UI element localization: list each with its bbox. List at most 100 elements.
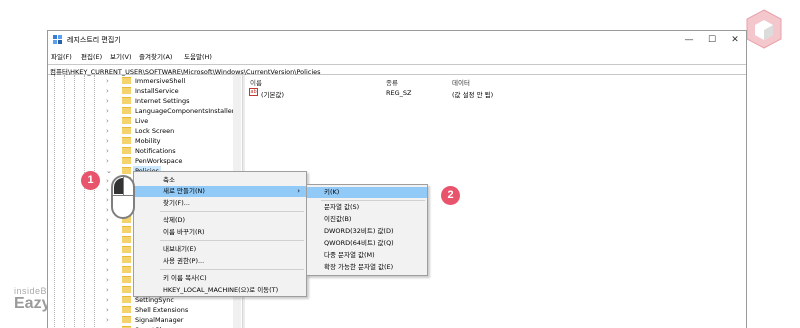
menu-separator bbox=[160, 269, 304, 270]
minimize-button[interactable]: — bbox=[682, 34, 696, 46]
menu-new-label: 새로 만들기(N) bbox=[163, 187, 205, 195]
title-bar: 레지스트리 편집기 — ☐ ✕ bbox=[48, 31, 746, 49]
column-header-type[interactable]: 종류 bbox=[386, 77, 398, 87]
folder-icon bbox=[122, 226, 131, 234]
value-name[interactable]: (기본값) bbox=[261, 89, 284, 99]
menu-export[interactable]: 내보내기(E) bbox=[134, 244, 306, 255]
submenu-expandable-string-value[interactable]: 확장 가능한 문자열 값(E) bbox=[307, 262, 427, 273]
tree-item-label: Live bbox=[135, 116, 149, 125]
menu-new[interactable]: 새로 만들기(N) › bbox=[134, 186, 306, 197]
collapse-chevron-icon[interactable]: › bbox=[106, 156, 112, 166]
submenu-key[interactable]: 키(K) bbox=[307, 187, 427, 198]
folder-icon bbox=[122, 106, 131, 114]
collapse-chevron-icon[interactable]: › bbox=[106, 126, 112, 136]
brand-cube-logo bbox=[746, 9, 782, 49]
collapse-chevron-icon[interactable]: › bbox=[106, 86, 112, 96]
tree-item-label: ImmersiveShell bbox=[135, 77, 186, 85]
collapse-chevron-icon[interactable]: › bbox=[106, 295, 112, 305]
folder-icon bbox=[122, 305, 131, 313]
collapse-chevron-icon[interactable]: › bbox=[106, 225, 112, 235]
menu-favorites[interactable]: 즐겨찾기(A) bbox=[139, 51, 172, 61]
collapse-chevron-icon[interactable]: › bbox=[106, 255, 112, 265]
expand-chevron-icon[interactable]: ⌄ bbox=[106, 166, 112, 176]
tree-item-label: SignalManager bbox=[135, 315, 184, 324]
collapse-chevron-icon[interactable]: › bbox=[106, 136, 112, 146]
address-bar[interactable]: 컴퓨터\HKEY_CURRENT_USER\SOFTWARE\Microsoft… bbox=[48, 64, 746, 76]
menu-permissions[interactable]: 사용 권한(P)... bbox=[134, 256, 306, 267]
tree-item-label: PenWorkspace bbox=[135, 156, 183, 165]
context-menu: 축소 새로 만들기(N) › 찾기(F)... 삭제(D) 이름 바꾸기(R) … bbox=[133, 171, 307, 297]
menu-bar: 파일(F) 편집(E) 보기(V) 즐겨찾기(A) 도움말(H) bbox=[48, 49, 746, 62]
menu-edit[interactable]: 편집(E) bbox=[81, 51, 102, 61]
step-badge-1: 1 bbox=[81, 171, 100, 190]
tree-item-label: Lock Screen bbox=[135, 126, 175, 135]
menu-rename[interactable]: 이름 바꾸기(R) bbox=[134, 227, 306, 238]
folder-icon bbox=[122, 166, 131, 174]
collapse-chevron-icon[interactable]: › bbox=[106, 265, 112, 275]
tree-guide-line bbox=[54, 75, 55, 328]
new-submenu: 키(K) 문자열 값(S) 이진값(B) DWORD(32비트) 값(D) QW… bbox=[306, 184, 428, 276]
column-header-name[interactable]: 이름 bbox=[250, 77, 262, 87]
string-value-icon: ab bbox=[249, 88, 258, 96]
tree-item-label: Mobility bbox=[135, 136, 161, 145]
collapse-chevron-icon[interactable]: › bbox=[106, 235, 112, 245]
menu-go-to-hklm[interactable]: HKEY_LOCAL_MACHINE(으)로 이동(T) bbox=[134, 285, 306, 296]
maximize-button[interactable]: ☐ bbox=[705, 34, 719, 46]
menu-separator bbox=[160, 240, 304, 241]
close-button[interactable]: ✕ bbox=[728, 34, 742, 46]
collapse-chevron-icon[interactable]: › bbox=[106, 305, 112, 315]
folder-icon bbox=[122, 116, 131, 124]
folder-icon bbox=[122, 246, 131, 254]
folder-icon bbox=[122, 77, 131, 84]
folder-icon bbox=[122, 156, 131, 164]
folder-icon bbox=[122, 266, 131, 274]
submenu-multi-string-value[interactable]: 다중 문자열 값(M) bbox=[307, 250, 427, 261]
folder-icon bbox=[122, 126, 131, 134]
menu-collapse[interactable]: 축소 bbox=[134, 175, 306, 186]
menu-separator bbox=[321, 200, 425, 201]
mouse-right-click-icon bbox=[111, 175, 135, 219]
tree-guide-line bbox=[64, 75, 65, 328]
folder-icon bbox=[122, 236, 131, 244]
window-title: 레지스트리 편집기 bbox=[67, 36, 121, 44]
tree-guide-line bbox=[84, 75, 85, 328]
value-data: (값 설정 안 됨) bbox=[452, 91, 494, 99]
collapse-chevron-icon[interactable]: › bbox=[106, 275, 112, 285]
submenu-binary-value[interactable]: 이진값(B) bbox=[307, 214, 427, 225]
value-type: REG_SZ bbox=[386, 89, 412, 97]
menu-copy-key-name[interactable]: 키 이름 복사(C) bbox=[134, 273, 306, 284]
tree-item-label: InstallService bbox=[135, 86, 179, 95]
tree-guide-line bbox=[74, 75, 75, 328]
tree-item-label: Internet Settings bbox=[135, 96, 190, 105]
tree-guide-line bbox=[94, 75, 95, 328]
submenu-string-value[interactable]: 문자열 값(S) bbox=[307, 202, 427, 213]
collapse-chevron-icon[interactable]: › bbox=[106, 96, 112, 106]
folder-icon bbox=[122, 285, 131, 293]
collapse-chevron-icon[interactable]: › bbox=[106, 285, 112, 295]
column-header-data[interactable]: 데이터 bbox=[452, 77, 470, 87]
menu-delete[interactable]: 삭제(D) bbox=[134, 215, 306, 226]
menu-help[interactable]: 도움말(H) bbox=[184, 51, 212, 61]
folder-icon bbox=[122, 96, 131, 104]
collapse-chevron-icon[interactable]: › bbox=[106, 315, 112, 325]
submenu-arrow-icon: › bbox=[297, 187, 300, 195]
submenu-dword-value[interactable]: DWORD(32비트) 값(D) bbox=[307, 226, 427, 237]
folder-icon bbox=[122, 276, 131, 283]
collapse-chevron-icon[interactable]: › bbox=[106, 106, 112, 116]
submenu-qword-value[interactable]: QWORD(64비트) 값(Q) bbox=[307, 238, 427, 249]
registry-icon bbox=[53, 35, 62, 44]
folder-icon bbox=[122, 86, 131, 94]
collapse-chevron-icon[interactable]: › bbox=[106, 116, 112, 126]
collapse-chevron-icon[interactable]: › bbox=[106, 245, 112, 255]
collapse-chevron-icon[interactable]: › bbox=[106, 215, 112, 225]
menu-view[interactable]: 보기(V) bbox=[110, 51, 131, 61]
collapse-chevron-icon[interactable]: › bbox=[106, 76, 112, 86]
menu-find[interactable]: 찾기(F)... bbox=[134, 198, 306, 209]
collapse-chevron-icon[interactable]: › bbox=[106, 146, 112, 156]
folder-icon bbox=[122, 315, 131, 323]
tree-item-label: Notifications bbox=[135, 146, 176, 155]
menu-file[interactable]: 파일(F) bbox=[51, 51, 72, 61]
tree-item-label: Shell Extensions bbox=[135, 305, 189, 314]
folder-icon bbox=[122, 146, 131, 154]
menu-separator bbox=[160, 211, 304, 212]
